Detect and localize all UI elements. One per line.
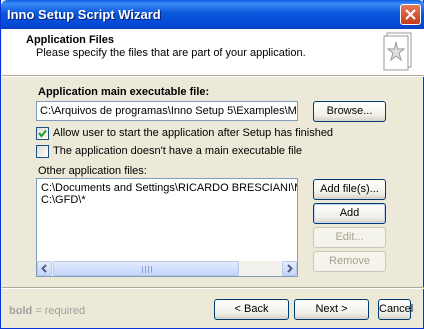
main-exe-label-text: Application main executable file: [38, 86, 210, 98]
allow-start-checkbox[interactable] [36, 127, 49, 140]
main-exe-label: Application main executable file: [38, 86, 209, 98]
horizontal-scrollbar[interactable] [37, 261, 297, 276]
remove-button[interactable]: Remove [313, 251, 386, 272]
main-exe-input[interactable]: C:\Arquivos de programas\Inno Setup 5\Ex… [36, 101, 298, 121]
setup-wizard-icon [383, 32, 412, 71]
bold-word: bold [9, 305, 33, 317]
checkmark-icon [38, 129, 47, 138]
wizard-header: Application Files Please specify the fil… [2, 29, 424, 75]
header-divider [2, 75, 424, 77]
window-title: Inno Setup Script Wizard [7, 7, 161, 22]
page-subtitle: Please specify the files that are part o… [36, 47, 306, 59]
page-title: Application Files [26, 34, 115, 46]
cancel-button[interactable]: Cancel [378, 299, 413, 320]
arrow-right-icon [287, 264, 293, 273]
allow-start-label[interactable]: Allow user to start the application afte… [53, 127, 333, 139]
footer-divider [2, 287, 424, 289]
browse-button[interactable]: Browse... [313, 101, 386, 122]
title-bar[interactable]: Inno Setup Script Wizard [1, 0, 424, 29]
scrollbar-grip [142, 266, 152, 273]
no-main-exe-label[interactable]: The application doesn't have a main exec… [53, 145, 302, 157]
other-files-list[interactable]: C:\Documents and Settings\RICARDO BRESCI… [36, 178, 298, 277]
scroll-left-button[interactable] [37, 261, 52, 276]
scroll-right-button[interactable] [282, 261, 297, 276]
list-item[interactable]: C:\Documents and Settings\RICARDO BRESCI… [41, 182, 297, 194]
required-legend: bold = required [9, 305, 85, 317]
edit-button[interactable]: Edit... [313, 227, 386, 248]
add-files-button[interactable]: Add file(s)... [313, 179, 386, 200]
required-note: = required [32, 305, 86, 317]
other-files-label: Other application files: [38, 165, 147, 177]
close-button[interactable] [400, 4, 421, 25]
next-button[interactable]: Next > [294, 299, 369, 320]
wizard-window: Inno Setup Script Wizard Application Fil… [0, 0, 424, 329]
no-main-exe-checkbox[interactable] [36, 145, 49, 158]
back-button[interactable]: < Back [214, 299, 289, 320]
scrollbar-thumb[interactable] [53, 261, 239, 276]
close-icon [405, 9, 416, 20]
arrow-left-icon [41, 264, 47, 273]
list-item[interactable]: C:\GFD\* [41, 194, 86, 206]
add-directory-button[interactable]: Add directory... [313, 203, 386, 238]
